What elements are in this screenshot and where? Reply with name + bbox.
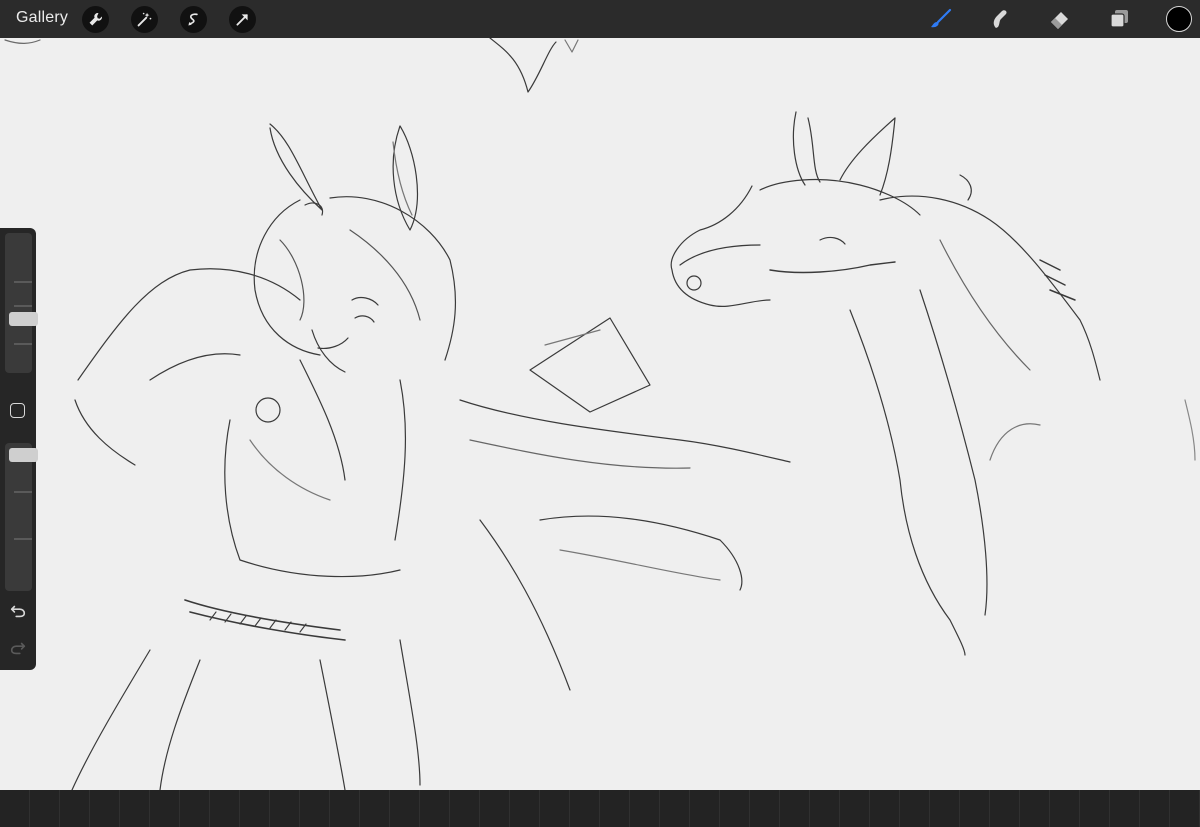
gallery-button[interactable]: Gallery (16, 9, 68, 27)
smudge-tool-button[interactable] (986, 6, 1014, 32)
transform-arrow-icon (236, 14, 248, 26)
magic-wand-icon (137, 12, 152, 27)
bottom-bar (0, 790, 1200, 827)
redo-icon[interactable] (9, 639, 27, 657)
smudge-icon (993, 10, 1007, 28)
brush-tool-button[interactable] (927, 6, 955, 32)
selection-button[interactable] (180, 6, 207, 33)
brush-icon (931, 8, 952, 28)
actions-button[interactable] (82, 6, 109, 33)
opacity-thumb[interactable] (9, 448, 38, 462)
selection-icon (188, 13, 198, 26)
slider-tick (14, 538, 32, 540)
modify-button[interactable] (10, 403, 25, 418)
drawing-canvas[interactable] (0, 38, 1200, 790)
undo-icon[interactable] (9, 602, 27, 620)
slider-tick (14, 281, 32, 283)
top-toolbar: Gallery (0, 0, 1200, 38)
layers-icon (1110, 10, 1128, 28)
slider-tick (14, 491, 32, 493)
wrench-icon (89, 13, 102, 26)
eraser-tool-button[interactable] (1046, 6, 1074, 32)
transform-button[interactable] (229, 6, 256, 33)
color-picker-button[interactable] (1166, 6, 1192, 32)
layers-button[interactable] (1106, 6, 1134, 32)
left-sidebar (0, 228, 38, 670)
sketch-artwork (4, 38, 1196, 790)
adjustments-button[interactable] (131, 6, 158, 33)
eraser-icon (1051, 12, 1068, 29)
slider-tick (14, 305, 32, 307)
brush-size-slider[interactable] (5, 233, 38, 373)
slider-tick (14, 343, 32, 345)
opacity-slider[interactable] (5, 443, 38, 591)
brush-size-thumb[interactable] (9, 312, 38, 326)
